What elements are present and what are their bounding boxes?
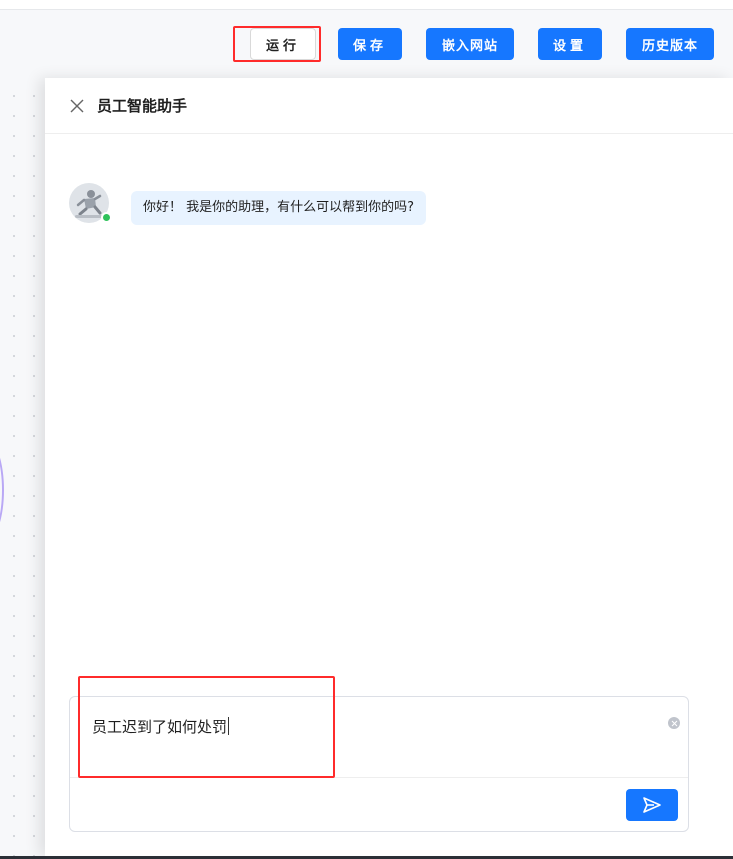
send-button[interactable] (626, 789, 678, 821)
chat-input-box[interactable]: 员工迟到了如何处罚 (69, 696, 689, 832)
top-bar (0, 0, 733, 10)
save-button[interactable]: 保存 (338, 28, 402, 60)
assistant-message-bubble: 你好！ 我是你的助理，有什么可以帮到你的吗? (131, 191, 427, 225)
assistant-avatar (69, 183, 112, 223)
chat-input[interactable]: 员工迟到了如何处罚 (92, 717, 652, 737)
run-button[interactable]: 运行 (250, 28, 316, 60)
send-icon (643, 797, 661, 813)
clear-icon[interactable] (668, 717, 680, 729)
canvas-node-edge (0, 440, 4, 540)
chat-input-value: 员工迟到了如何处罚 (92, 718, 228, 736)
embed-website-button[interactable]: 嵌入网站 (426, 28, 514, 60)
input-divider (70, 777, 688, 778)
settings-button[interactable]: 设置 (538, 28, 602, 60)
chat-panel-title: 员工智能助手 (97, 97, 188, 115)
online-status-dot (101, 212, 112, 223)
chat-panel: 员工智能助手 你好！ 我是你的助理，有什么可以帮到你的吗? 员工迟到了如何处罚 (45, 78, 733, 856)
chat-panel-header: 员工智能助手 (45, 78, 733, 134)
close-icon[interactable] (67, 96, 87, 116)
history-versions-button[interactable]: 历史版本 (626, 28, 714, 60)
text-caret (228, 717, 230, 735)
